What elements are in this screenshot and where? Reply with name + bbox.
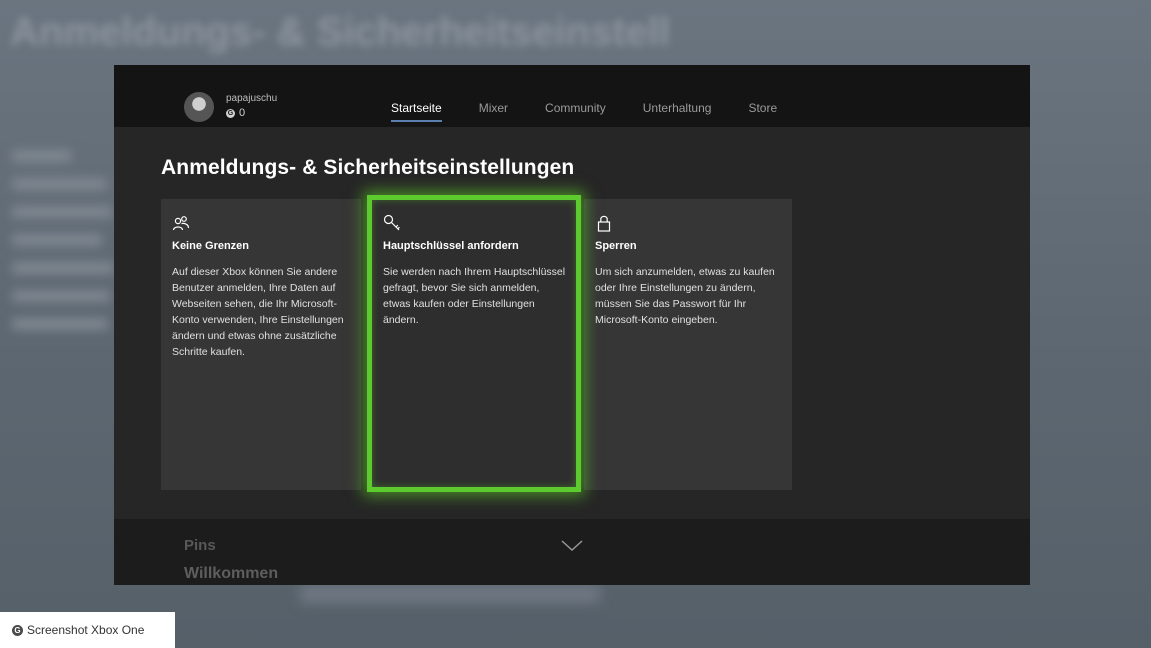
chevron-down-icon[interactable] <box>560 539 584 558</box>
gamerscore-icon: G <box>226 108 235 118</box>
page-title: Anmeldungs- & Sicherheitseinstellungen <box>161 156 575 179</box>
gamerscore-value: 0 <box>239 107 246 119</box>
xbox-screen: papajuschu G 0 Startseite Mixer Communit… <box>114 65 1030 585</box>
credit-logo-icon: G <box>12 624 23 636</box>
people-icon <box>172 214 192 234</box>
image-credit: G Screenshot Xbox One <box>0 612 175 648</box>
avatar[interactable] <box>184 92 214 122</box>
welcome-section-label[interactable]: Willkommen <box>184 565 278 583</box>
option-description: Um sich anzumelden, etwas zu kaufen oder… <box>595 266 775 326</box>
credit-text: Screenshot Xbox One <box>27 623 145 637</box>
focus-highlight <box>367 195 581 492</box>
option-sperren[interactable]: Sperren Um sich anzumelden, etwas zu kau… <box>584 199 792 490</box>
lock-icon <box>595 214 615 234</box>
option-title: Keine Grenzen <box>172 240 250 252</box>
option-title: Sperren <box>595 240 637 252</box>
option-description: Auf dieser Xbox können Sie andere Benutz… <box>172 266 344 358</box>
background-blurred-bar <box>300 585 600 603</box>
nav-mixer[interactable]: Mixer <box>479 101 508 115</box>
background-blurred-lines <box>12 150 114 346</box>
background-blurred-title: Anmeldungs- & Sicherheitseinstell <box>10 10 671 54</box>
nav-community[interactable]: Community <box>545 101 606 115</box>
main-nav: Startseite Mixer Community Unterhaltung … <box>391 101 814 122</box>
gamerscore: G 0 <box>226 107 245 119</box>
nav-startseite[interactable]: Startseite <box>391 101 442 122</box>
username: papajuschu <box>226 93 278 104</box>
nav-unterhaltung[interactable]: Unterhaltung <box>643 101 712 115</box>
top-bar: papajuschu G 0 Startseite Mixer Communit… <box>114 65 1030 127</box>
option-keine-grenzen[interactable]: Keine Grenzen Auf dieser Xbox können Sie… <box>161 199 361 490</box>
pins-section-label[interactable]: Pins <box>184 537 216 554</box>
nav-store[interactable]: Store <box>748 101 777 115</box>
